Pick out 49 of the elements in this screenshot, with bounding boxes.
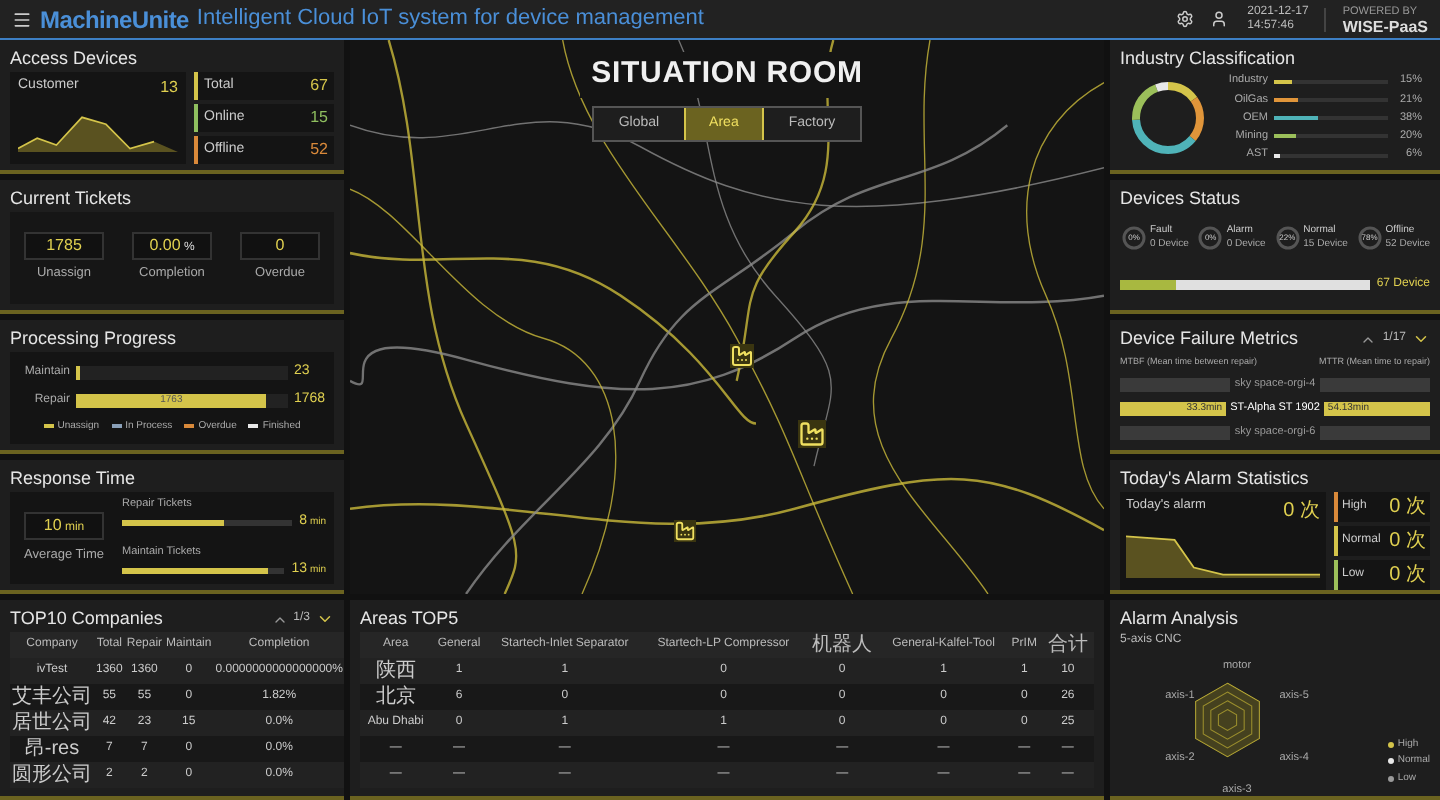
ticket-value-box: 1785 (24, 232, 104, 261)
panel-title: Industry Classification (1120, 45, 1296, 72)
panel-title: Device Failure Metrics (1120, 325, 1299, 352)
mtbf-bar (1120, 377, 1231, 392)
alarm-level-count: 0 次 (1389, 494, 1426, 522)
mttr-bar (1319, 425, 1431, 440)
today-alarm-count: 0 次 (1283, 498, 1320, 526)
factory-marker-icon[interactable] (674, 520, 696, 542)
factory-marker-icon[interactable] (730, 344, 754, 368)
down-icon[interactable] (1412, 330, 1430, 348)
table-cell: 陕西 (360, 658, 432, 684)
panel-title: Access Devices (10, 45, 138, 72)
mtbf-bar (1120, 425, 1231, 440)
panel-title: Response Time (10, 465, 136, 492)
alarm-level-count: 0 次 (1389, 528, 1426, 556)
table-cell: 艾丰公司 (10, 684, 94, 710)
app-title: Intelligent Cloud IoT system for device management (196, 4, 704, 35)
industry-donut-chart (1128, 78, 1208, 158)
mttr-bar (1319, 377, 1431, 392)
panel-title: Current Tickets (10, 185, 132, 212)
settings-icon[interactable] (1175, 10, 1194, 28)
column-header[interactable]: 合计 (1041, 632, 1094, 658)
table-cell: 昂-res (10, 736, 94, 762)
alarm-level-count: 0 次 (1389, 562, 1426, 590)
user-icon[interactable] (1209, 10, 1228, 28)
down-icon[interactable] (316, 610, 334, 628)
panel-title: Processing Progress (10, 325, 177, 352)
stat-value: 52 (310, 138, 328, 162)
table-cell: 居世公司 (10, 710, 94, 736)
table-cell: 北京 (360, 684, 432, 710)
status-ring-icon (1120, 224, 1148, 252)
table-cell: 圆形公司 (10, 762, 94, 788)
panel-title: Devices Status (1120, 185, 1241, 212)
status-ring-icon (1273, 224, 1302, 252)
panel-title: Areas TOP5 (360, 605, 459, 632)
factory-marker-icon[interactable] (798, 420, 826, 448)
panel-title: Alarm Analysis (1120, 605, 1239, 632)
ticket-value-box: 0 (240, 232, 320, 261)
customer-count: 13 (160, 76, 178, 100)
platform-name: WISE-PaaS (1342, 19, 1428, 33)
panel-title: Today's Alarm Statistics (1120, 465, 1309, 492)
stat-value: 15 (310, 106, 328, 130)
status-ring-icon (1355, 224, 1384, 252)
menu-icon[interactable] (12, 9, 32, 29)
status-ring-icon (1196, 224, 1225, 252)
stat-value: 67 (310, 74, 328, 98)
brand-logo: MachineUnite (40, 3, 189, 37)
column-header[interactable]: 机器人 (804, 632, 881, 658)
panel-title: TOP10 Companies (10, 605, 163, 632)
